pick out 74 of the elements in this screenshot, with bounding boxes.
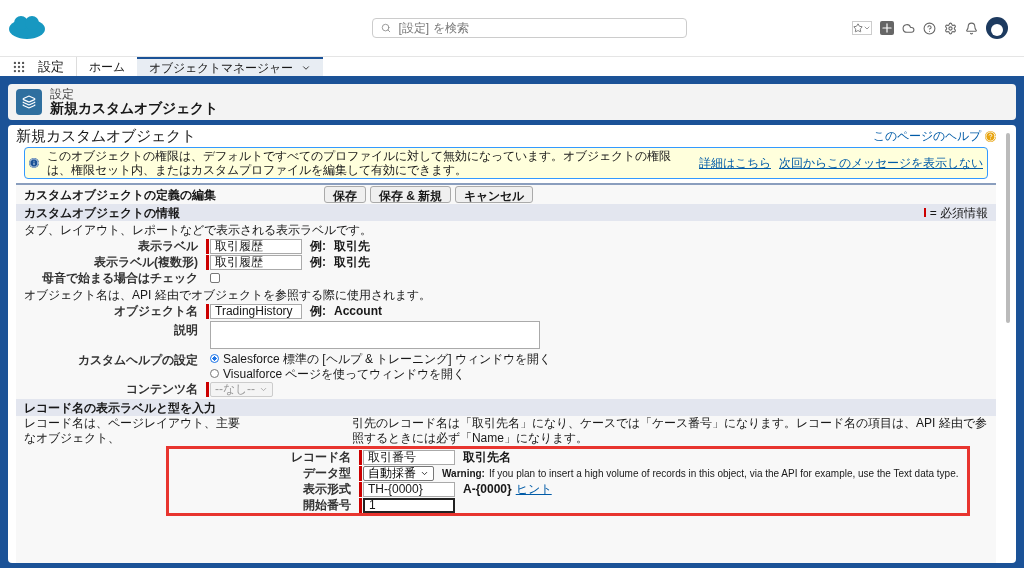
example-value: 取引先: [334, 238, 370, 255]
example-label: 例:: [310, 238, 326, 255]
field-label: 開始番号: [303, 498, 351, 512]
field-label: コンテンツ名: [126, 382, 198, 396]
breadcrumb[interactable]: 設定: [50, 88, 218, 100]
hint-link[interactable]: ヒント: [515, 480, 552, 498]
favorites-button[interactable]: [852, 21, 872, 35]
select-field[interactable]: 自動採番: [363, 465, 434, 481]
field-label: 説明: [174, 323, 198, 337]
info-text: このオブジェクトの権限は、デフォルトですべてのプロファイルに対して無効になっています。オブジェクトの権限は、権限セット内、またはカスタムプロファイルを編集して有効にできます。: [47, 149, 672, 177]
field-label: データ型: [303, 466, 351, 480]
layers-icon: [16, 89, 42, 115]
info-link[interactable]: 詳細はこちら: [699, 156, 771, 170]
warning-text: If you plan to insert a high volume of records in this object, via the API for example, use the Text data type.: [488, 466, 959, 481]
form-button[interactable]: 保存 & 新規: [370, 186, 452, 203]
field-label: カスタムヘルプの設定: [78, 353, 198, 367]
required-legend: = 必須情報: [929, 203, 988, 222]
caret-icon: [863, 24, 871, 32]
section-title: カスタムオブジェクトの情報: [24, 204, 180, 222]
form-button[interactable]: 保存: [324, 186, 366, 203]
example-label: 例:: [310, 254, 326, 271]
text-field[interactable]: 取引履歴: [210, 254, 302, 270]
avatar-icon[interactable]: [986, 17, 1008, 39]
help-icon[interactable]: [923, 21, 936, 35]
field-label: 表示形式: [303, 482, 351, 496]
help-link[interactable]: このページのヘルプ: [873, 127, 981, 145]
radio-label: Visualforce ページを使ってウィンドウを開く: [223, 366, 466, 383]
checkbox[interactable]: [210, 273, 220, 283]
text-field[interactable]: 取引番号: [363, 449, 455, 465]
text-field[interactable]: TH-{0000}: [363, 481, 455, 497]
example-label: 例:: [310, 303, 326, 320]
section-note: 引先のレコード名は「取引先名」になり、ケースでは「ケース番号」になります。レコード名の項目は、API 経由で参照するときには必ず「Name」になります。: [351, 416, 988, 446]
scrollbar-thumb[interactable]: [1006, 133, 1010, 323]
text-field[interactable]: TradingHistory: [210, 303, 302, 319]
section-title: レコード名の表示ラベルと型を入力: [24, 399, 216, 417]
field-label: 表示ラベル: [138, 239, 198, 253]
nav-tab[interactable]: ホーム: [77, 57, 137, 76]
required-marker: [923, 208, 926, 217]
add-icon[interactable]: [880, 21, 894, 35]
radio-label: Salesforce 標準の [ヘルプ & トレーニング] ウィンドウを開く: [223, 350, 552, 368]
field-label: 母音で始まる場合はチェック: [42, 271, 198, 285]
search-field[interactable]: [設定] を検索: [371, 18, 687, 38]
section-note: レコード名は、ページレイアウト、主要なオブジェクト、: [24, 416, 241, 446]
app-launcher-icon[interactable]: [12, 59, 26, 74]
description-field[interactable]: [210, 321, 540, 349]
settings-icon[interactable]: [944, 21, 957, 35]
radio-button[interactable]: [210, 354, 219, 363]
cloud-logo[interactable]: [8, 15, 46, 41]
form-button[interactable]: キャンセル: [455, 186, 534, 203]
field-label: レコード名: [291, 450, 351, 464]
page-title: 新規カスタムオブジェクト: [50, 100, 218, 116]
field-label: 表示ラベル(複数形): [94, 255, 198, 269]
radio-button[interactable]: [210, 369, 219, 378]
search-icon: [380, 23, 391, 33]
required-marker: [206, 381, 209, 397]
edit-title: カスタムオブジェクトの定義の編集: [24, 186, 217, 204]
text-field[interactable]: 1: [363, 497, 455, 513]
star-icon: [853, 23, 863, 33]
section-note: タブ、レイアウト、レポートなどで表示される表示ラベルです。: [24, 223, 372, 237]
example-value: Account: [334, 303, 382, 320]
nav-tab[interactable]: オブジェクトマネージャー: [137, 57, 323, 76]
bell-icon[interactable]: [965, 21, 978, 35]
warning-label: Warning:: [442, 466, 485, 481]
app-name: 設定: [38, 56, 77, 77]
example-value: A-{0000}: [463, 481, 512, 498]
field-label: オブジェクト名: [114, 304, 198, 318]
example-value: 取引先名: [463, 449, 511, 466]
example-value: 取引先: [334, 254, 370, 271]
main-title: 新規カスタムオブジェクト: [16, 125, 196, 146]
cloud-icon[interactable]: [902, 21, 915, 35]
info-link[interactable]: 次回からこのメッセージを表示しない: [779, 156, 983, 170]
info-icon: [29, 158, 39, 168]
section-note: オブジェクト名は、API 経由でオブジェクトを参照する際に使用されます。: [24, 288, 431, 302]
text-field[interactable]: 取引履歴: [210, 238, 302, 254]
